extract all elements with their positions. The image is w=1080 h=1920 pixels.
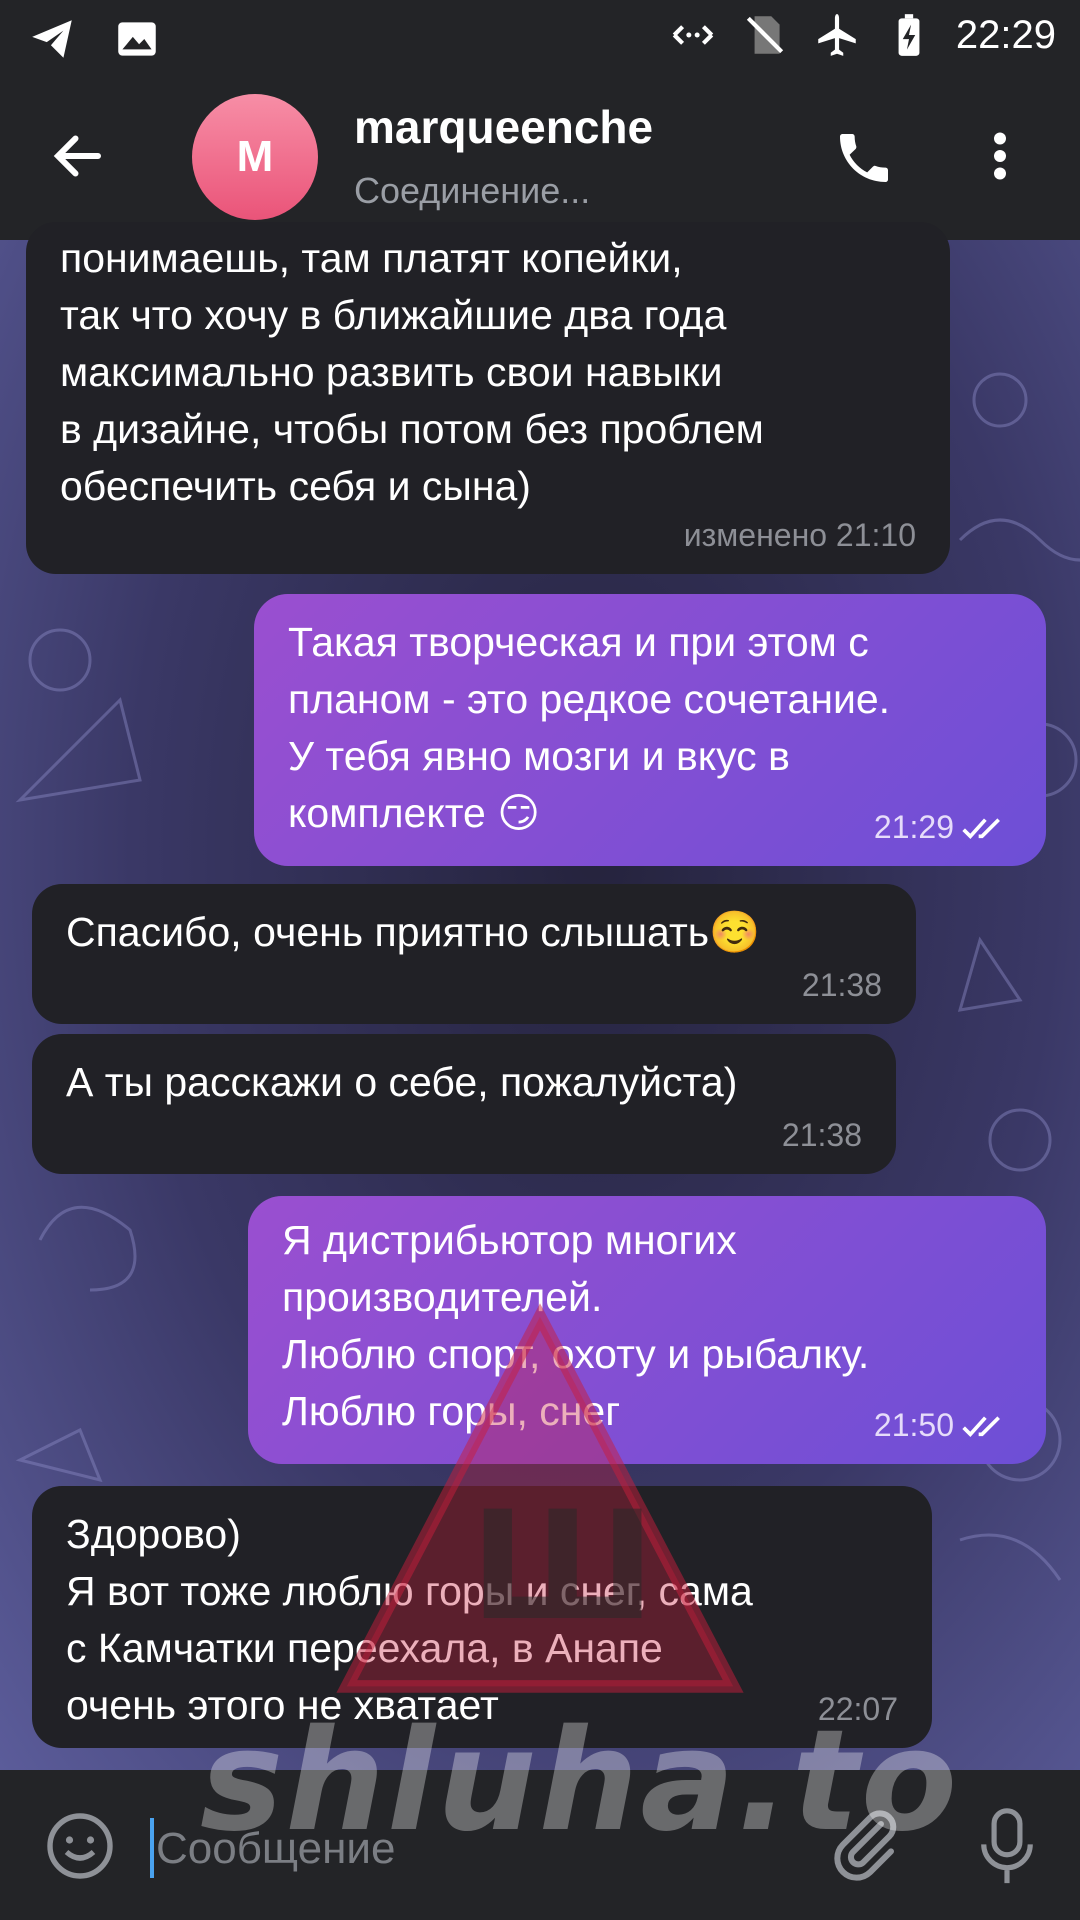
emoji-icon[interactable] [44, 1810, 116, 1882]
contact-status: Соединение... [354, 170, 591, 211]
message-incoming[interactable]: Спасибо, очень приятно слышать☺️ 21:38 [32, 884, 916, 1024]
more-vert-icon[interactable] [980, 126, 1020, 186]
chat-header: M marqueenche Соединение... [0, 76, 1080, 240]
status-bar: 22:29 [0, 0, 1080, 76]
double-check-icon [962, 1415, 1000, 1437]
message-outgoing[interactable]: Такая творческая и при этом с планом - э… [254, 594, 1046, 866]
message-time: изменено 21:10 [683, 517, 916, 553]
message-time: 21:38 [801, 967, 882, 1003]
watermark-letter: Ш [470, 1480, 656, 1654]
battery-charging-icon [898, 14, 920, 56]
back-arrow-icon[interactable] [48, 126, 108, 186]
no-sim-icon [746, 16, 784, 54]
telegram-icon [32, 20, 72, 58]
message-time: 21:38 [781, 1117, 862, 1153]
message-incoming[interactable]: понимаешь, там платят копейки, так что х… [26, 222, 950, 574]
message-incoming[interactable]: А ты расскажи о себе, пожалуйста) 21:38 [32, 1034, 896, 1174]
clock: 22:29 [955, 12, 1056, 57]
data-saver-icon [672, 25, 714, 45]
message-text: Спасибо, очень приятно слышать☺️ [66, 909, 761, 955]
message-text: А ты расскажи о себе, пожалуйста) [66, 1059, 738, 1105]
avatar-letter: M [236, 132, 274, 181]
double-check-icon [962, 817, 1000, 839]
watermark-text: shluha.to [200, 1700, 960, 1863]
airplane-mode-icon [818, 14, 856, 56]
microphone-icon[interactable] [976, 1804, 1038, 1890]
contact-name[interactable]: marqueenche [354, 100, 653, 154]
avatar[interactable]: M [192, 94, 318, 220]
phone-icon[interactable] [832, 126, 896, 190]
message-time: 21:29 [873, 809, 954, 845]
image-icon [118, 22, 156, 56]
message-time: 21:50 [873, 1407, 954, 1443]
message-text: понимаешь, там платят копейки, так что х… [60, 235, 764, 509]
